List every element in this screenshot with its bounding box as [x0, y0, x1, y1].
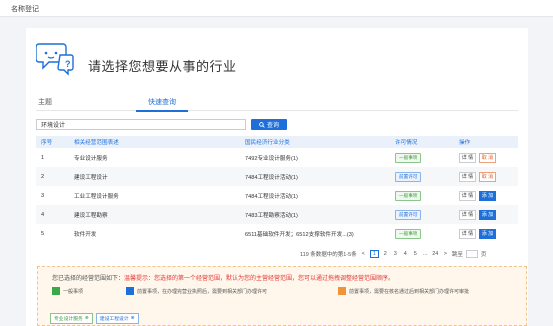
row-number: 2 — [41, 173, 45, 180]
add-button[interactable]: 添 加 — [479, 190, 496, 201]
selected-chip[interactable]: 建设工程设计 ⊗ — [95, 313, 139, 324]
selection-intro: 您已选择的经营范围如下： — [52, 276, 125, 282]
tab-topic[interactable]: 主题 — [38, 97, 52, 111]
search-icon — [259, 121, 265, 128]
detail-button[interactable]: 详 情 — [459, 171, 476, 182]
add-button[interactable]: 添 加 — [479, 228, 496, 239]
selected-chips: 专业设计服务 ⊗ 建设工程设计 ⊗ — [50, 313, 139, 324]
detail-button[interactable]: 详 情 — [459, 190, 476, 201]
row-industry: 7484工程设计活动(1) — [245, 193, 298, 200]
add-button[interactable]: 添 加 — [479, 209, 496, 220]
search-button[interactable]: 查询 — [251, 119, 287, 130]
search-button-label: 查询 — [266, 123, 279, 129]
row-scope: 软件开发 — [74, 231, 97, 238]
header-scope: 相关经营范围表述 — [74, 140, 119, 146]
page-button[interactable]: 5 — [412, 251, 419, 257]
detail-button[interactable]: 详 情 — [459, 209, 476, 220]
license-badge: 前置许可 — [395, 171, 422, 182]
tab-quick-search[interactable]: 快速查询 — [136, 97, 188, 112]
legend-general: 一般事项 — [52, 287, 83, 295]
row-industry: 7484工程设计活动(1) — [245, 174, 298, 181]
pagination-summary: 119 条数据中的第1-5条 — [300, 252, 357, 258]
legend-postlicense: 前置事项，需要在核名通过后到相关部门办理许可审批 — [338, 287, 469, 295]
legend-label: 一般事项 — [63, 288, 84, 295]
row-number: 3 — [41, 192, 45, 199]
row-number: 4 — [41, 211, 45, 218]
header-action: 操作 — [459, 140, 471, 146]
page-ellipsis[interactable]: ... — [422, 251, 429, 257]
detail-button[interactable]: 详 情 — [459, 228, 476, 239]
close-icon[interactable]: ⊗ — [131, 316, 135, 321]
row-number: 5 — [41, 230, 45, 237]
license-badge: 前置许可 — [395, 209, 422, 220]
results-table: 序号 相关经营范围表述 国民经济行业分类 许可情况 操作 1 专业设计服务 74… — [36, 136, 518, 243]
green-square-icon — [52, 287, 60, 295]
license-badge: 一般事项 — [395, 190, 422, 201]
question-chat-icon: ? — [36, 43, 74, 76]
selected-chip[interactable]: 专业设计服务 ⊗ — [50, 313, 93, 324]
blue-square-icon — [126, 287, 134, 295]
table-row: 3 工业工程设计服务 7484工程设计活动(1) 一般事项 详 情添 加 — [36, 186, 518, 205]
orange-square-icon — [338, 287, 346, 295]
header-license: 许可情况 — [395, 140, 418, 146]
prev-page-button[interactable]: < — [360, 251, 367, 257]
breadcrumb[interactable]: 名称登记 — [11, 4, 39, 14]
row-scope: 专业设计服务 — [74, 155, 108, 162]
row-industry: 7483工程勘察活动(1) — [245, 212, 298, 219]
page-button[interactable]: 24 — [432, 251, 439, 257]
selection-note: 您已选择的经营范围如下：温馨提示：您选择的第一个经营范围，默认为您的主营经营范围… — [52, 273, 394, 282]
table-row: 5 软件开发 6511基础软件开发；6512支撑软件开发...(3) 一般事项 … — [36, 224, 518, 243]
chip-label: 专业设计服务 — [54, 317, 83, 322]
page-button[interactable]: 4 — [402, 251, 409, 257]
chip-label: 建设工程设计 — [99, 317, 129, 322]
header-industry: 国民经济行业分类 — [245, 140, 290, 146]
next-page-button[interactable]: > — [442, 251, 449, 257]
svg-text:?: ? — [65, 59, 71, 69]
row-industry: 6511基础软件开发；6512支撑软件开发...(3) — [245, 231, 354, 238]
cancel-button[interactable]: 取 消 — [479, 152, 496, 163]
close-icon[interactable]: ⊗ — [85, 316, 89, 321]
selection-warning: 温馨提示：您选择的第一个经营范围，默认为您的主营经营范围，您可以通过拖拽调整经营… — [124, 276, 395, 282]
page-button[interactable]: 1 — [369, 250, 379, 258]
top-bar: 名称登记 — [0, 0, 553, 17]
table-row: 2 建设工程设计 7484工程设计活动(1) 前置许可 详 情取 消 — [36, 167, 518, 186]
detail-button[interactable]: 详 情 — [459, 152, 476, 163]
license-badge: 一般事项 — [395, 152, 422, 163]
license-badge: 一般事项 — [395, 228, 422, 239]
page-title: 请选择您想要从事的行业 — [88, 59, 237, 74]
table-row: 1 专业设计服务 7492专业设计服务(1) 一般事项 详 情取 消 — [36, 148, 518, 167]
page-button[interactable]: 2 — [382, 251, 389, 257]
table-header-row: 序号 相关经营范围表述 国民经济行业分类 许可情况 操作 — [36, 136, 518, 148]
legend-label: 前置事项，需要在核名通过后到相关部门办理许可审批 — [349, 288, 470, 295]
row-scope: 建设工程设计 — [74, 174, 108, 181]
selected-scope-panel: 您已选择的经营范围如下：温馨提示：您选择的第一个经营范围，默认为您的主营经营范围… — [37, 266, 527, 326]
tab-bar: 主题 快速查询 — [36, 96, 518, 112]
row-scope: 工业工程设计服务 — [74, 193, 119, 200]
header-number: 序号 — [41, 140, 53, 146]
legend-prelicense: 前置事项，在办理完营业执照后，需要到相关部门办理许可 — [126, 287, 267, 295]
legend-label: 前置事项，在办理完营业执照后，需要到相关部门办理许可 — [137, 288, 268, 295]
row-scope: 建设工程勘察 — [74, 212, 108, 219]
goto-label: 跳至 — [451, 252, 463, 258]
goto-page-input[interactable] — [465, 250, 478, 258]
pagination: 119 条数据中的第1-5条 < 1 2 3 4 5 ... 24 > 跳至 页 — [300, 249, 502, 259]
table-row: 4 建设工程勘察 7483工程勘察活动(1) 前置许可 详 情添 加 — [36, 205, 518, 224]
row-industry: 7492专业设计服务(1) — [245, 155, 298, 162]
cancel-button[interactable]: 取 消 — [479, 171, 496, 182]
page-unit-label: 页 — [480, 252, 487, 258]
row-number: 1 — [41, 154, 45, 161]
page-button[interactable]: 3 — [392, 251, 399, 257]
search-input[interactable] — [36, 119, 246, 130]
